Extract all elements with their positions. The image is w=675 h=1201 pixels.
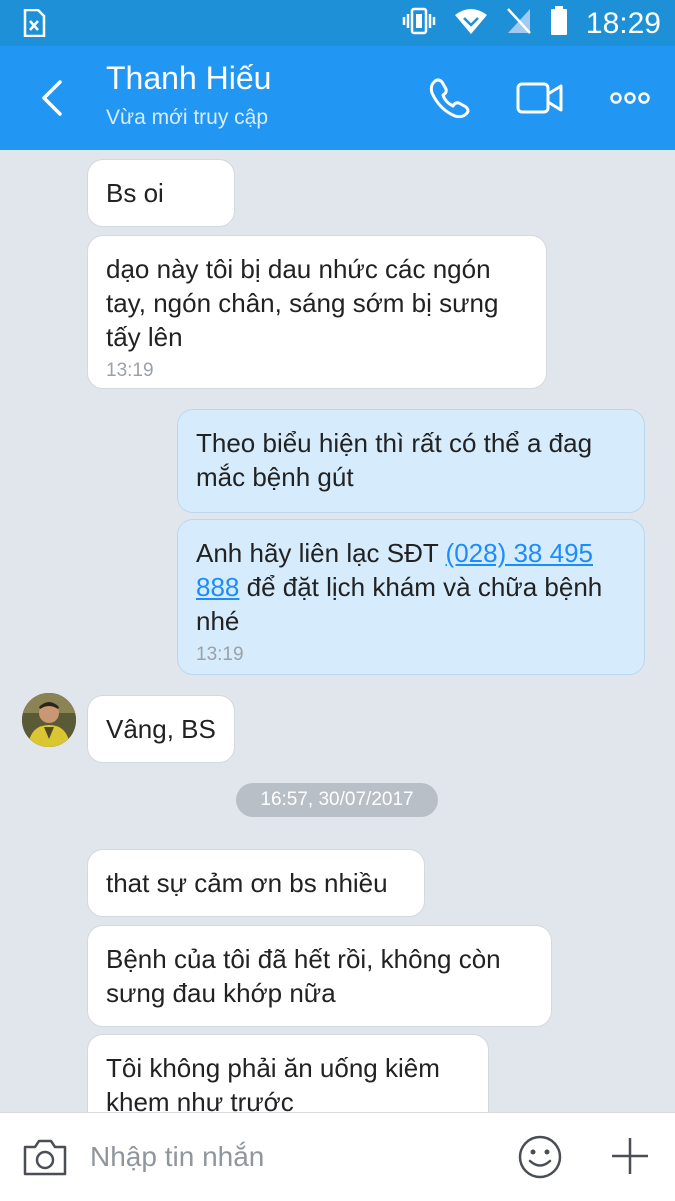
wifi-icon bbox=[454, 7, 488, 40]
video-call-icon[interactable] bbox=[516, 80, 564, 121]
message-time: 13:19 bbox=[196, 644, 244, 665]
message-input[interactable]: Nhập tin nhắn bbox=[90, 1141, 264, 1173]
message-time: 13:19 bbox=[106, 360, 154, 381]
message-composer: Nhập tin nhắn bbox=[0, 1112, 675, 1201]
message-text: Vâng, BS bbox=[106, 714, 216, 744]
message-incoming[interactable]: Vâng, BS bbox=[87, 695, 235, 763]
message-incoming[interactable]: Bs oi bbox=[87, 159, 235, 227]
message-incoming[interactable]: Tôi không phải ăn uống kiêm khem như trư… bbox=[87, 1034, 489, 1112]
date-separator: 16:57, 30/07/2017 bbox=[236, 783, 438, 817]
vibrate-icon bbox=[402, 7, 436, 40]
message-text: Theo biểu hiện thì rất có thể a đag mắc … bbox=[196, 428, 593, 492]
emoji-icon[interactable] bbox=[517, 1134, 563, 1185]
message-outgoing[interactable]: Theo biểu hiện thì rất có thể a đag mắc … bbox=[177, 409, 645, 513]
no-signal-icon bbox=[506, 7, 532, 40]
message-text: dạo này tôi bị dau nhức các ngón tay, ng… bbox=[106, 254, 499, 352]
message-text-after: để đặt lịch khám và chữa bệnh nhé bbox=[196, 572, 603, 636]
contact-status: Vừa mới truy cập bbox=[106, 106, 269, 129]
message-text: Anh hãy liên lạc SĐT (028) 38 495 888 để… bbox=[196, 536, 626, 638]
message-text: that sự cảm ơn bs nhiều bbox=[106, 868, 388, 898]
contact-avatar[interactable] bbox=[22, 693, 76, 747]
message-incoming[interactable]: that sự cảm ơn bs nhiều bbox=[87, 849, 425, 917]
chat-header: Thanh Hiếu Vừa mới truy cập bbox=[0, 46, 675, 150]
battery-icon bbox=[550, 6, 568, 41]
status-clock: 18:29 bbox=[585, 6, 661, 40]
message-outgoing[interactable]: Anh hãy liên lạc SĐT (028) 38 495 888 để… bbox=[177, 519, 645, 675]
more-options-icon[interactable] bbox=[610, 90, 650, 111]
message-incoming[interactable]: dạo này tôi bị dau nhức các ngón tay, ng… bbox=[87, 235, 547, 389]
message-incoming[interactable]: Bệnh của tôi đã hết rồi, không còn sưng … bbox=[87, 925, 552, 1027]
back-icon[interactable] bbox=[36, 78, 72, 118]
message-text-before: Anh hãy liên lạc SĐT bbox=[196, 538, 446, 568]
plus-icon[interactable] bbox=[609, 1135, 651, 1182]
camera-icon[interactable] bbox=[22, 1137, 68, 1182]
contact-name[interactable]: Thanh Hiếu bbox=[106, 60, 271, 97]
message-text: Bs oi bbox=[106, 178, 164, 208]
message-text: Tôi không phải ăn uống kiêm khem như trư… bbox=[106, 1053, 440, 1112]
phone-call-icon[interactable] bbox=[428, 76, 472, 125]
no-sim-notification-icon bbox=[22, 8, 46, 42]
message-text: Bệnh của tôi đã hết rồi, không còn sưng … bbox=[106, 944, 501, 1008]
message-list[interactable]: Bs oi dạo này tôi bị dau nhức các ngón t… bbox=[0, 150, 675, 1112]
status-bar: 18:29 bbox=[0, 0, 675, 46]
